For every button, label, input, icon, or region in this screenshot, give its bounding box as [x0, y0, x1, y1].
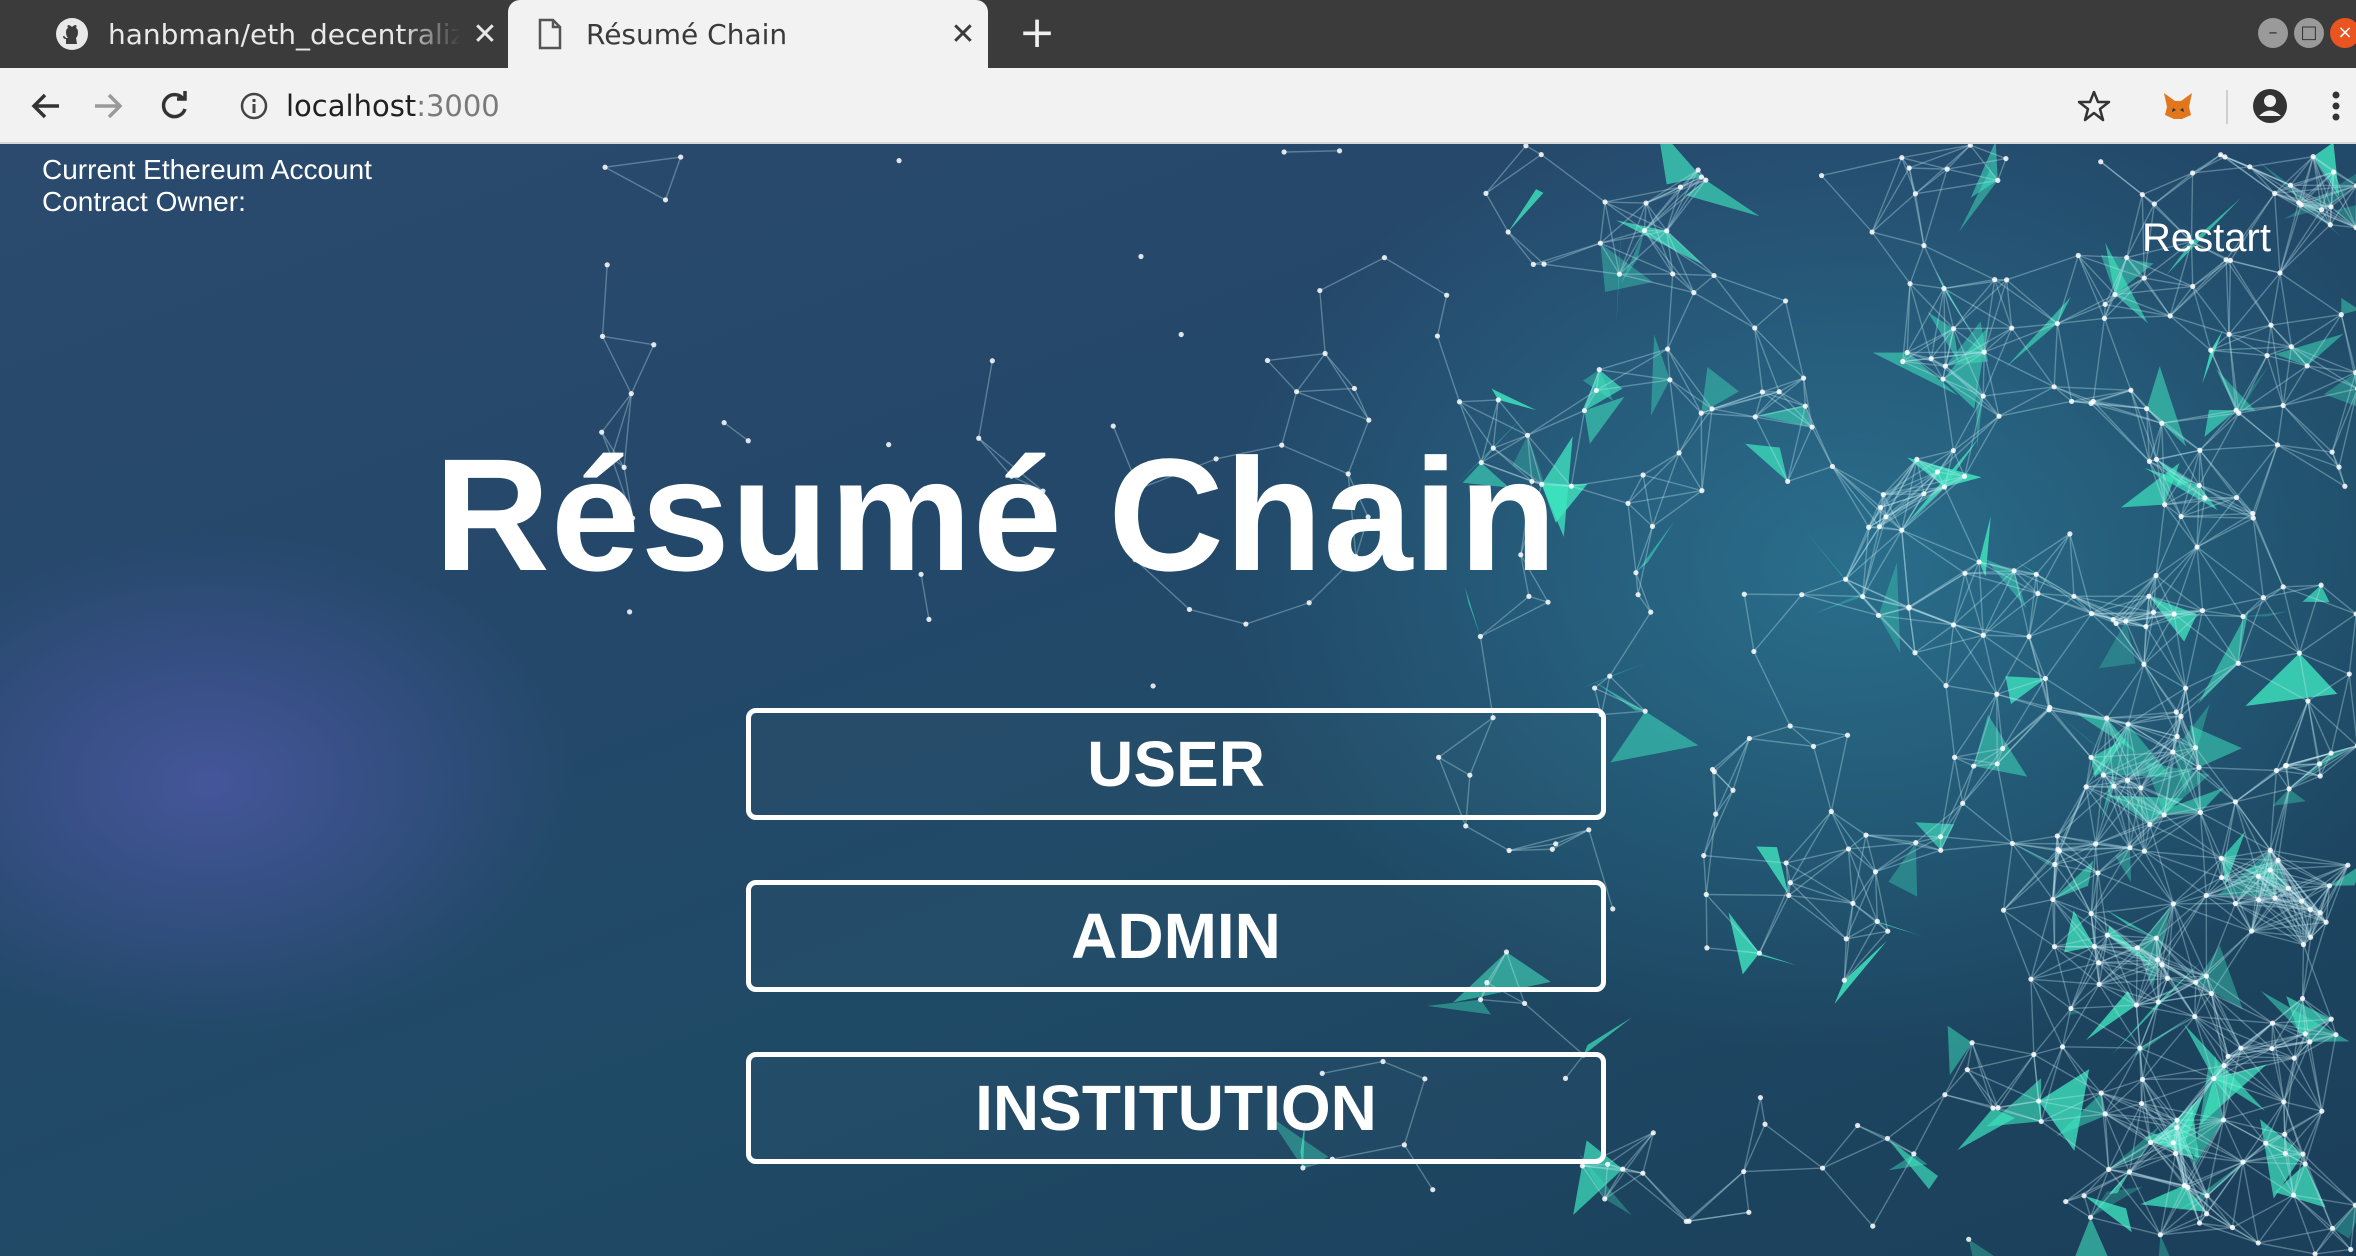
- url-host: localhost: [286, 89, 417, 123]
- maximize-icon[interactable]: □: [2294, 18, 2324, 48]
- user-button[interactable]: USER: [746, 708, 1606, 820]
- back-arrow-icon[interactable]: [22, 82, 70, 130]
- institution-button[interactable]: INSTITUTION: [746, 1052, 1606, 1164]
- page-title: Résumé Chain: [434, 425, 1558, 604]
- page-icon: [530, 14, 570, 54]
- url-port: :3000: [416, 89, 500, 123]
- tab-title: Résumé Chain: [586, 17, 788, 51]
- current-account-label: Current Ethereum Account: [42, 154, 372, 185]
- account-avatar-icon[interactable]: [2246, 82, 2294, 130]
- toolbar-divider: [2226, 90, 2228, 124]
- browser-tab-strip: hanbman/eth_decentraliz ✕ Résumé Chain ✕…: [0, 0, 2356, 68]
- tab-github[interactable]: hanbman/eth_decentraliz ✕: [30, 0, 510, 68]
- account-info: Current Ethereum Account Contract Owner:: [42, 154, 372, 218]
- minimize-icon[interactable]: –: [2258, 18, 2288, 48]
- forward-arrow-icon[interactable]: [84, 82, 132, 130]
- tab-title: hanbman/eth_decentraliz: [108, 17, 460, 51]
- restart-link[interactable]: Restart: [2142, 216, 2271, 261]
- close-icon[interactable]: ✕: [460, 17, 510, 52]
- close-icon[interactable]: ✕: [938, 17, 988, 52]
- metamask-fox-icon[interactable]: [2154, 82, 2202, 130]
- info-icon[interactable]: [230, 82, 278, 130]
- contract-owner-label: Contract Owner:: [42, 186, 246, 217]
- browser-toolbar: localhost:3000: [0, 68, 2356, 144]
- bookmark-star-icon[interactable]: [2070, 82, 2118, 130]
- reload-icon[interactable]: [150, 82, 198, 130]
- new-tab-button[interactable]: +: [1012, 8, 1062, 58]
- tab-resume-chain[interactable]: Résumé Chain ✕: [508, 0, 988, 68]
- page-viewport: Current Ethereum Account Contract Owner:…: [0, 144, 2356, 1256]
- github-icon: [52, 14, 92, 54]
- menu-kebab-icon[interactable]: [2312, 82, 2356, 130]
- window-close-icon[interactable]: ×: [2330, 18, 2356, 48]
- address-bar[interactable]: localhost:3000: [230, 78, 2130, 134]
- admin-button[interactable]: ADMIN: [746, 880, 1606, 992]
